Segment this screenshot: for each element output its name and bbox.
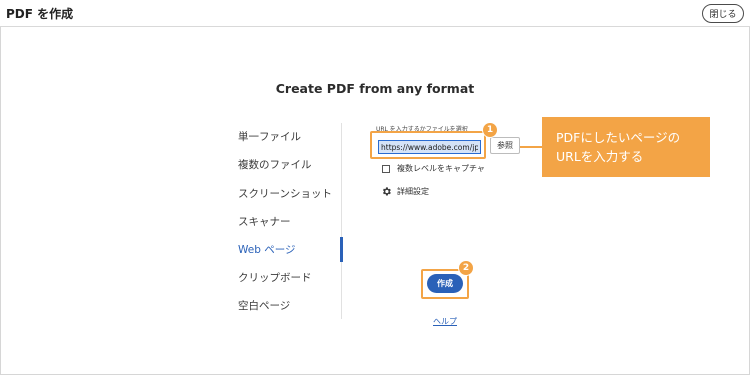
step-badge-2: 2 bbox=[458, 260, 474, 276]
sidebar-nav: 単一ファイル 複数のファイル スクリーンショット スキャナー Web ページ ク… bbox=[238, 123, 342, 319]
step-badge-1: 1 bbox=[482, 122, 498, 138]
browse-button[interactable]: 参照 bbox=[490, 137, 520, 154]
header-bar: PDF を作成 閉じる bbox=[0, 0, 750, 27]
sidebar-item-web-page[interactable]: Web ページ bbox=[238, 242, 296, 257]
url-input[interactable] bbox=[378, 140, 481, 154]
sidebar-item-clipboard[interactable]: クリップボード bbox=[238, 270, 312, 285]
gear-icon bbox=[382, 187, 391, 196]
callout-connector bbox=[520, 146, 542, 148]
capture-multiple-levels-option[interactable]: 複数レベルをキャプチャ bbox=[382, 163, 485, 174]
sidebar-item-scanner[interactable]: スキャナー bbox=[238, 214, 291, 229]
sidebar-item-blank-page[interactable]: 空白ページ bbox=[238, 298, 290, 313]
capture-multiple-levels-checkbox[interactable] bbox=[382, 164, 390, 173]
window-frame bbox=[0, 0, 750, 375]
sidebar-item-screenshot[interactable]: スクリーンショット bbox=[238, 186, 332, 201]
callout-text-line-1: PDFにしたいページの bbox=[556, 130, 681, 145]
capture-multiple-levels-label: 複数レベルをキャプチャ bbox=[397, 164, 485, 173]
sidebar-item-single-file[interactable]: 単一ファイル bbox=[238, 129, 301, 144]
callout-text-line-2: URLを入力する bbox=[556, 149, 644, 164]
url-highlight-frame bbox=[370, 131, 486, 159]
annotation-callout: PDFにしたいページの URLを入力する bbox=[542, 117, 710, 177]
sidebar-active-indicator bbox=[340, 237, 343, 262]
sidebar-item-multiple-files[interactable]: 複数のファイル bbox=[238, 157, 312, 172]
create-button[interactable]: 作成 bbox=[427, 274, 463, 293]
advanced-settings-link[interactable]: 詳細設定 bbox=[381, 186, 429, 197]
app-title: PDF を作成 bbox=[6, 7, 74, 21]
close-button[interactable]: 閉じる bbox=[702, 4, 744, 23]
help-link[interactable]: ヘルプ bbox=[433, 316, 457, 327]
advanced-settings-label: 詳細設定 bbox=[397, 187, 429, 196]
page-title: Create PDF from any format bbox=[275, 81, 475, 96]
sidebar-divider bbox=[341, 123, 342, 319]
